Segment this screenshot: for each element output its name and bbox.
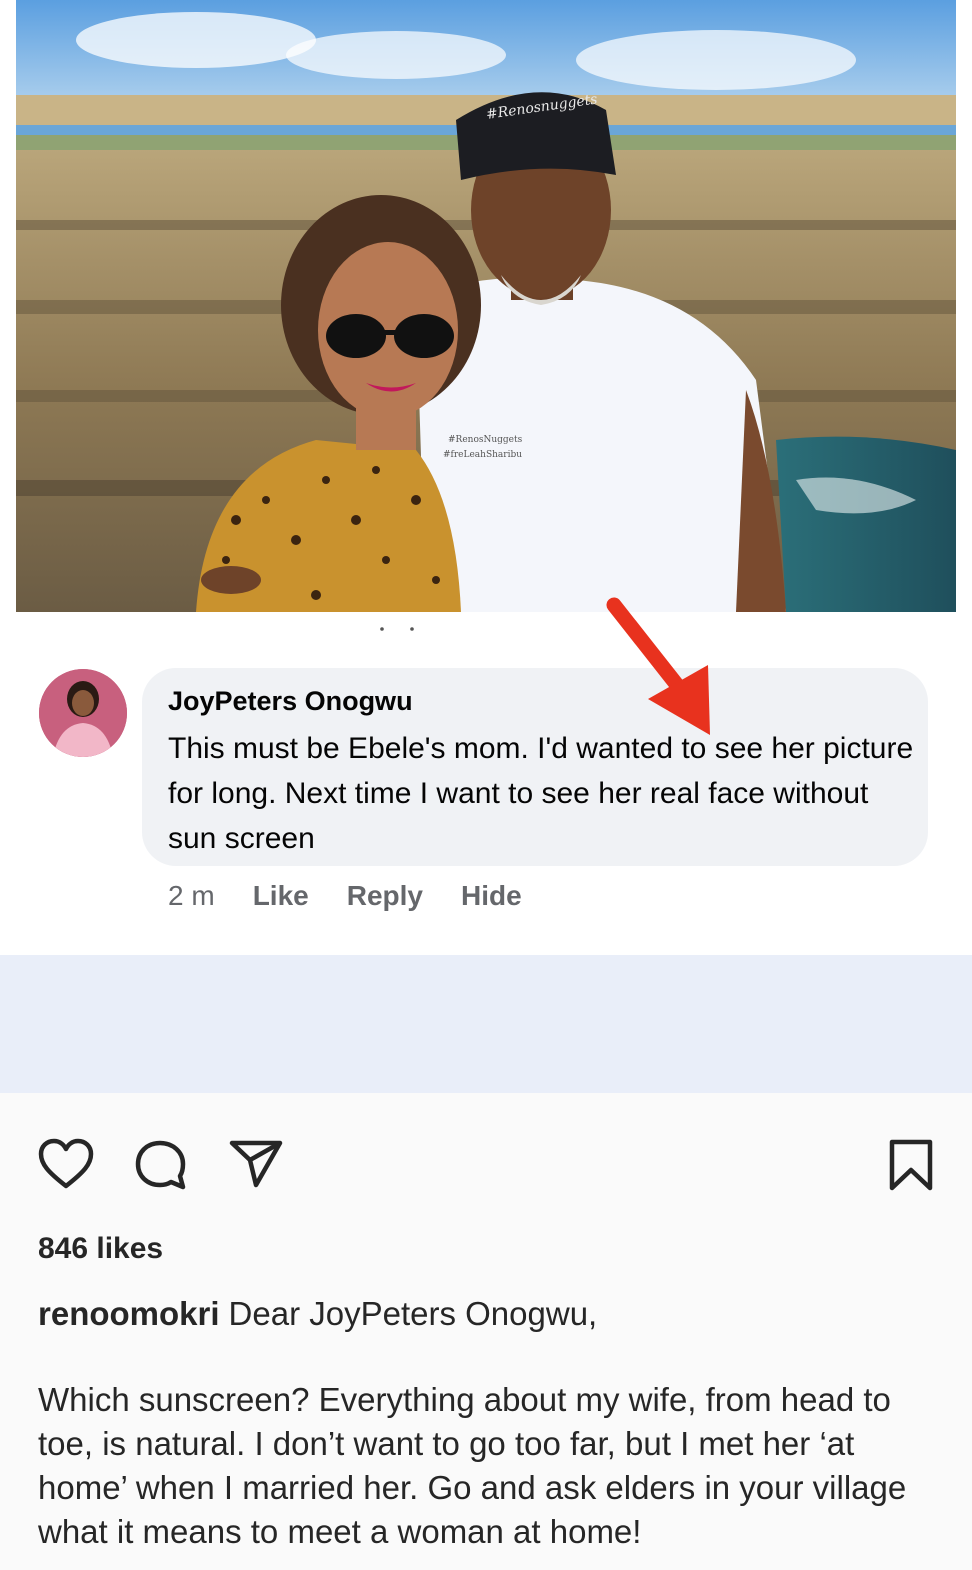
heart-icon[interactable] [38,1138,94,1190]
photo-illustration: #Renosnuggets #RenosNuggets #freLeahShar… [16,0,956,612]
comment-icon[interactable] [133,1138,189,1192]
avatar[interactable] [39,669,127,757]
like-link[interactable]: Like [253,880,309,912]
pagination-dots [380,627,414,631]
comment-bubble: JoyPeters Onogwu This must be Ebele's mo… [142,668,928,866]
avatar-image [39,669,127,757]
comment-author[interactable]: JoyPeters Onogwu [168,686,413,717]
shirt-line1: #RenosNuggets [448,435,523,445]
comment-text: This must be Ebele's mom. I'd wanted to … [168,732,914,855]
bookmark-icon[interactable] [886,1138,936,1192]
comment-time[interactable]: 2 m [168,880,215,912]
post-photo[interactable]: #Renosnuggets #RenosNuggets #freLeahShar… [16,0,956,612]
caption-body: Which sunscreen? Everything about my wif… [38,1381,907,1550]
likes-count[interactable]: 846 likes [38,1232,163,1266]
comment-actions: 2 m Like Reply Hide [168,878,560,914]
reply-link[interactable]: Reply [347,880,423,912]
shirt-line2: #freLeahSharibu [443,450,522,460]
separator-band [0,955,972,1093]
share-icon[interactable] [228,1138,284,1190]
caption-header: renoomokri Dear JoyPeters Onogwu, [38,1292,938,1336]
caption-username[interactable]: renoomokri [38,1295,220,1332]
hide-link[interactable]: Hide [461,880,522,912]
caption-first-line: Dear JoyPeters Onogwu, [228,1295,598,1332]
arrow-icon [606,597,710,735]
